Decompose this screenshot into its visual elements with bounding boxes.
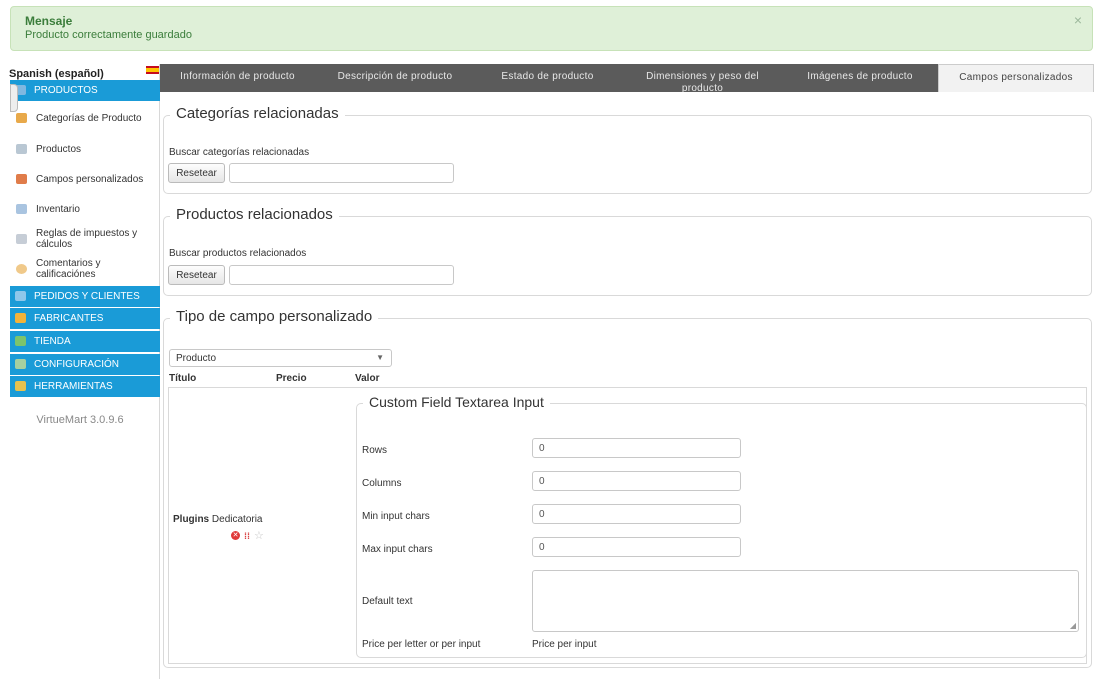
sidebar-section-label: TIENDA (34, 336, 71, 347)
price-per-value: Price per input (532, 639, 597, 650)
max-chars-input[interactable]: 0 (532, 537, 741, 557)
settings-icon (15, 359, 26, 369)
plugin-title-bold: Plugins (173, 514, 210, 525)
sidebar-section-pedidos[interactable]: PEDIDOS Y CLIENTES (10, 286, 160, 307)
remove-icon[interactable]: ✕ (231, 531, 240, 540)
inventory-icon (16, 204, 27, 214)
sidebar-item-label: Reglas de impuestos y cálculos (36, 228, 138, 250)
column-header-valor: Valor (355, 373, 380, 384)
message-text: Producto correctamente guardado (25, 29, 192, 41)
textarea-input-fieldset: Custom Field Textarea Input Rows 0 Colum… (356, 394, 1087, 658)
resize-handle-icon[interactable]: ◢ (1070, 621, 1076, 630)
tools-icon (15, 381, 26, 391)
row-actions: ✕ ⁞⁞ ☆ (231, 529, 264, 542)
sidebar-item-label: Categorías de Producto (36, 112, 142, 124)
search-categories-input[interactable] (229, 163, 454, 183)
sidebar-section-productos[interactable]: PRODUCTOS (10, 80, 160, 101)
tab-estado[interactable]: Estado de producto (480, 64, 615, 92)
version-label: VirtueMart 3.0.9.6 (36, 414, 124, 426)
rows-label: Rows (362, 445, 388, 456)
plugin-title: Plugins Dedicatoria (173, 514, 263, 525)
sidebar-item-comentarios[interactable]: Comentarios y calificaciónes (10, 254, 160, 284)
move-icon[interactable]: ⁞⁞ (244, 531, 250, 541)
reset-button[interactable]: Resetear (168, 265, 225, 285)
min-chars-input[interactable]: 0 (532, 504, 741, 524)
related-products-fieldset: Productos relacionados Buscar productos … (163, 206, 1092, 296)
spain-flag-icon[interactable] (146, 66, 159, 74)
custom-fields-icon (16, 174, 27, 184)
sidebar-item-label: Inventario (36, 203, 80, 215)
orders-icon (15, 291, 26, 301)
fieldset-legend: Categorías relacionadas (170, 105, 345, 122)
calculator-icon (16, 234, 27, 244)
fieldset-legend: Productos relacionados (170, 206, 339, 223)
products-list-icon (16, 144, 27, 154)
language-label: Spanish (español) (9, 68, 104, 80)
related-categories-fieldset: Categorías relacionadas Buscar categoría… (163, 105, 1092, 194)
sidebar-section-label: CONFIGURACIÓN (34, 359, 119, 370)
max-chars-label: Max input chars (362, 544, 433, 555)
star-icon[interactable]: ☆ (254, 529, 264, 542)
sidebar-section-label: PRODUCTOS (34, 85, 98, 96)
wrench-icon (15, 313, 26, 323)
custom-field-type-fieldset: Tipo de campo personalizado Producto ▼ T… (163, 308, 1092, 668)
fieldset-legend: Custom Field Textarea Input (363, 394, 550, 410)
message-title: Mensaje (25, 14, 73, 28)
sidebar-section-label: PEDIDOS Y CLIENTES (34, 291, 140, 302)
search-label: Buscar productos relacionados (169, 248, 307, 259)
store-icon (15, 336, 26, 346)
column-header-titulo: Título (169, 373, 197, 384)
reset-button[interactable]: Resetear (168, 163, 225, 183)
plugin-title-name: Dedicatoria (211, 514, 263, 525)
search-label: Buscar categorías relacionadas (169, 147, 310, 158)
sidebar-section-fabricantes[interactable]: FABRICANTES (10, 308, 160, 329)
price-per-label: Price per letter or per input (362, 639, 481, 650)
select-value: Producto (176, 352, 217, 364)
sidebar-item-label: Campos personalizados (36, 173, 144, 185)
fieldset-legend: Tipo de campo personalizado (170, 308, 379, 325)
folder-icon (16, 113, 27, 123)
sidebar-item-label: Comentarios y calificaciónes (36, 258, 101, 280)
min-chars-label: Min input chars (362, 511, 430, 522)
tab-descripcion[interactable]: Descripción de producto (320, 64, 470, 92)
tab-informacion[interactable]: Información de producto (160, 64, 315, 92)
default-text-textarea[interactable]: ◢ (532, 570, 1079, 632)
search-products-input[interactable] (229, 265, 454, 285)
sidebar-section-tienda[interactable]: TIENDA (10, 331, 160, 352)
columns-input[interactable]: 0 (532, 471, 741, 491)
tab-bar: Información de producto Descripción de p… (160, 64, 1094, 92)
sidebar-item-campos[interactable]: Campos personalizados (10, 164, 160, 194)
chevron-down-icon: ▼ (376, 353, 384, 362)
column-header-precio: Precio (276, 373, 307, 384)
custom-field-type-select[interactable]: Producto ▼ (169, 349, 392, 367)
custom-field-row: Plugins Dedicatoria ✕ ⁞⁞ ☆ Custom Field … (168, 387, 1087, 664)
sidebar-section-label: FABRICANTES (34, 313, 104, 324)
sidebar-item-productos[interactable]: Productos (10, 134, 160, 164)
sidebar-item-inventario[interactable]: Inventario (10, 194, 160, 224)
columns-label: Columns (362, 478, 402, 489)
sidebar-section-configuracion[interactable]: CONFIGURACIÓN (10, 354, 160, 375)
tab-imagenes[interactable]: Imágenes de producto (785, 64, 935, 92)
default-text-label: Default text (362, 596, 413, 607)
comment-icon (16, 264, 27, 274)
close-icon[interactable]: × (1074, 12, 1082, 28)
tab-campos-personalizados[interactable]: Campos personalizados (938, 64, 1094, 92)
sidebar-section-label: HERRAMIENTAS (34, 381, 113, 392)
success-message: Mensaje Producto correctamente guardado … (10, 6, 1093, 51)
sidebar-item-categorias[interactable]: Categorías de Producto (10, 103, 160, 133)
tab-dimensiones[interactable]: Dimensiones y peso del producto (630, 64, 775, 92)
rows-input[interactable]: 0 (532, 438, 741, 458)
sidebar-item-impuestos[interactable]: Reglas de impuestos y cálculos (10, 224, 160, 254)
sidebar-item-label: Productos (36, 143, 82, 155)
sidebar: Spanish (español) PRODUCTOS Categorías d… (0, 64, 160, 679)
sidebar-section-herramientas[interactable]: HERRAMIENTAS (10, 376, 160, 397)
